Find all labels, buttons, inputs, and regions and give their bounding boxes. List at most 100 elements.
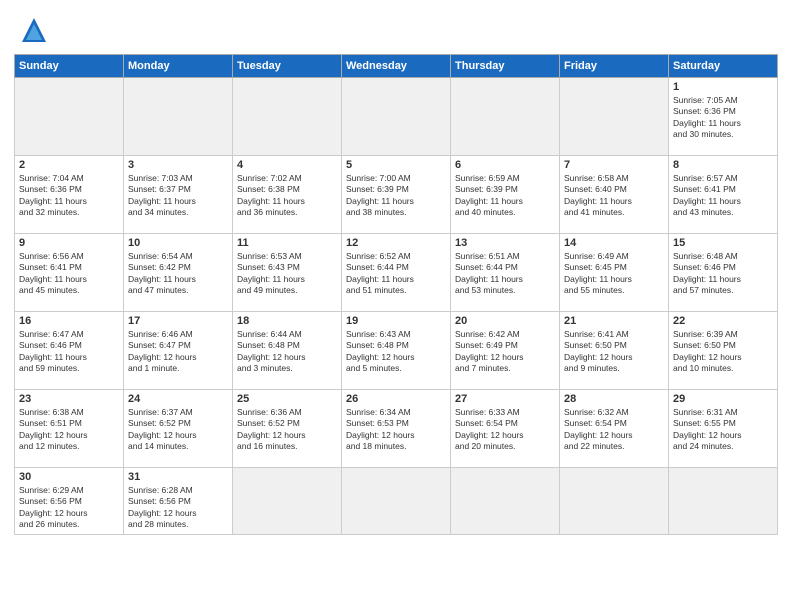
day-info: Sunrise: 6:59 AM Sunset: 6:39 PM Dayligh… [455, 173, 555, 219]
page: SundayMondayTuesdayWednesdayThursdayFrid… [0, 0, 792, 612]
day-info: Sunrise: 6:47 AM Sunset: 6:46 PM Dayligh… [19, 329, 119, 375]
calendar-cell [342, 468, 451, 535]
calendar-cell: 11 Sunrise: 6:53 AM Sunset: 6:43 PM Dayli… [233, 234, 342, 312]
calendar-cell: 13Sunrise: 6:51 AM Sunset: 6:44 PM Dayli… [451, 234, 560, 312]
day-number: 26 [346, 393, 446, 405]
day-info: Sunrise: 6:57 AM Sunset: 6:41 PM Dayligh… [673, 173, 773, 219]
day-info: Sunrise: 6:43 AM Sunset: 6:48 PM Dayligh… [346, 329, 446, 375]
day-info: Sunrise: 7:00 AM Sunset: 6:39 PM Dayligh… [346, 173, 446, 219]
logo-icon [18, 14, 50, 46]
calendar-cell: 27Sunrise: 6:33 AM Sunset: 6:54 PM Dayli… [451, 390, 560, 468]
calendar-header: SundayMondayTuesdayWednesdayThursdayFrid… [15, 55, 778, 78]
day-info: Sunrise: 6:42 AM Sunset: 6:49 PM Dayligh… [455, 329, 555, 375]
calendar-cell [342, 78, 451, 156]
day-number: 6 [455, 159, 555, 171]
calendar-cell: 29Sunrise: 6:31 AM Sunset: 6:55 PM Dayli… [669, 390, 778, 468]
day-number: 25 [237, 393, 337, 405]
day-info: Sunrise: 6:29 AM Sunset: 6:56 PM Dayligh… [19, 485, 119, 531]
calendar-cell: 18 Sunrise: 6:44 AM Sunset: 6:48 PM Dayli… [233, 312, 342, 390]
calendar-cell: 14 Sunrise: 6:49 AM Sunset: 6:45 PM Dayli… [560, 234, 669, 312]
calendar: SundayMondayTuesdayWednesdayThursdayFrid… [14, 54, 778, 535]
logo [14, 14, 50, 46]
calendar-cell: 21Sunrise: 6:41 AM Sunset: 6:50 PM Dayli… [560, 312, 669, 390]
calendar-cell: 15 Sunrise: 6:48 AM Sunset: 6:46 PM Dayli… [669, 234, 778, 312]
calendar-cell: 1 Sunrise: 7:05 AM Sunset: 6:36 PM Daylig… [669, 78, 778, 156]
day-info: Sunrise: 7:05 AM Sunset: 6:36 PM Dayligh… [673, 95, 773, 141]
day-number: 9 [19, 237, 119, 249]
weekday-header-sunday: Sunday [15, 55, 124, 78]
day-number: 11 [237, 237, 337, 249]
day-info: Sunrise: 7:02 AM Sunset: 6:38 PM Dayligh… [237, 173, 337, 219]
day-number: 28 [564, 393, 664, 405]
day-info: Sunrise: 6:37 AM Sunset: 6:52 PM Dayligh… [128, 407, 228, 453]
calendar-cell: 6 Sunrise: 6:59 AM Sunset: 6:39 PM Daylig… [451, 156, 560, 234]
day-info: Sunrise: 7:04 AM Sunset: 6:36 PM Dayligh… [19, 173, 119, 219]
calendar-cell [233, 78, 342, 156]
weekday-header-tuesday: Tuesday [233, 55, 342, 78]
day-number: 7 [564, 159, 664, 171]
day-info: Sunrise: 6:53 AM Sunset: 6:43 PM Dayligh… [237, 251, 337, 297]
day-number: 31 [128, 471, 228, 483]
calendar-cell: 19 Sunrise: 6:43 AM Sunset: 6:48 PM Dayli… [342, 312, 451, 390]
day-number: 2 [19, 159, 119, 171]
day-info: Sunrise: 6:44 AM Sunset: 6:48 PM Dayligh… [237, 329, 337, 375]
weekday-header-monday: Monday [124, 55, 233, 78]
calendar-cell: 7Sunrise: 6:58 AM Sunset: 6:40 PM Daylig… [560, 156, 669, 234]
day-number: 29 [673, 393, 773, 405]
day-number: 21 [564, 315, 664, 327]
day-number: 16 [19, 315, 119, 327]
day-number: 18 [237, 315, 337, 327]
day-number: 23 [19, 393, 119, 405]
calendar-cell: 23Sunrise: 6:38 AM Sunset: 6:51 PM Dayli… [15, 390, 124, 468]
day-number: 30 [19, 471, 119, 483]
calendar-cell [560, 468, 669, 535]
weekday-header-row: SundayMondayTuesdayWednesdayThursdayFrid… [15, 55, 778, 78]
day-number: 22 [673, 315, 773, 327]
day-number: 14 [564, 237, 664, 249]
day-number: 17 [128, 315, 228, 327]
calendar-cell: 22 Sunrise: 6:39 AM Sunset: 6:50 PM Dayli… [669, 312, 778, 390]
calendar-cell [451, 468, 560, 535]
header [14, 10, 778, 46]
calendar-week-4: 16 Sunrise: 6:47 AM Sunset: 6:46 PM Dayli… [15, 312, 778, 390]
day-info: Sunrise: 6:56 AM Sunset: 6:41 PM Dayligh… [19, 251, 119, 297]
calendar-week-5: 23Sunrise: 6:38 AM Sunset: 6:51 PM Dayli… [15, 390, 778, 468]
calendar-cell [233, 468, 342, 535]
day-info: Sunrise: 6:28 AM Sunset: 6:56 PM Dayligh… [128, 485, 228, 531]
calendar-cell [451, 78, 560, 156]
calendar-cell: 17 Sunrise: 6:46 AM Sunset: 6:47 PM Dayli… [124, 312, 233, 390]
day-number: 10 [128, 237, 228, 249]
day-info: Sunrise: 6:32 AM Sunset: 6:54 PM Dayligh… [564, 407, 664, 453]
calendar-cell: 5 Sunrise: 7:00 AM Sunset: 6:39 PM Daylig… [342, 156, 451, 234]
calendar-week-3: 9 Sunrise: 6:56 AM Sunset: 6:41 PM Daylig… [15, 234, 778, 312]
day-number: 13 [455, 237, 555, 249]
calendar-cell: 3Sunrise: 7:03 AM Sunset: 6:37 PM Daylig… [124, 156, 233, 234]
day-number: 15 [673, 237, 773, 249]
calendar-week-6: 30 Sunrise: 6:29 AM Sunset: 6:56 PM Dayli… [15, 468, 778, 535]
day-info: Sunrise: 6:46 AM Sunset: 6:47 PM Dayligh… [128, 329, 228, 375]
day-info: Sunrise: 6:54 AM Sunset: 6:42 PM Dayligh… [128, 251, 228, 297]
calendar-cell: 4 Sunrise: 7:02 AM Sunset: 6:38 PM Daylig… [233, 156, 342, 234]
calendar-cell: 25 Sunrise: 6:36 AM Sunset: 6:52 PM Dayli… [233, 390, 342, 468]
day-number: 19 [346, 315, 446, 327]
day-number: 1 [673, 81, 773, 93]
day-info: Sunrise: 6:49 AM Sunset: 6:45 PM Dayligh… [564, 251, 664, 297]
calendar-cell: 28 Sunrise: 6:32 AM Sunset: 6:54 PM Dayli… [560, 390, 669, 468]
day-info: Sunrise: 7:03 AM Sunset: 6:37 PM Dayligh… [128, 173, 228, 219]
calendar-cell: 30 Sunrise: 6:29 AM Sunset: 6:56 PM Dayli… [15, 468, 124, 535]
day-number: 20 [455, 315, 555, 327]
day-info: Sunrise: 6:39 AM Sunset: 6:50 PM Dayligh… [673, 329, 773, 375]
calendar-cell: 2 Sunrise: 7:04 AM Sunset: 6:36 PM Daylig… [15, 156, 124, 234]
calendar-cell: 26 Sunrise: 6:34 AM Sunset: 6:53 PM Dayli… [342, 390, 451, 468]
day-info: Sunrise: 6:48 AM Sunset: 6:46 PM Dayligh… [673, 251, 773, 297]
day-info: Sunrise: 6:34 AM Sunset: 6:53 PM Dayligh… [346, 407, 446, 453]
day-number: 5 [346, 159, 446, 171]
calendar-cell [560, 78, 669, 156]
day-info: Sunrise: 6:36 AM Sunset: 6:52 PM Dayligh… [237, 407, 337, 453]
weekday-header-thursday: Thursday [451, 55, 560, 78]
day-number: 12 [346, 237, 446, 249]
day-number: 4 [237, 159, 337, 171]
calendar-week-2: 2 Sunrise: 7:04 AM Sunset: 6:36 PM Daylig… [15, 156, 778, 234]
day-number: 24 [128, 393, 228, 405]
calendar-cell: 20 Sunrise: 6:42 AM Sunset: 6:49 PM Dayli… [451, 312, 560, 390]
